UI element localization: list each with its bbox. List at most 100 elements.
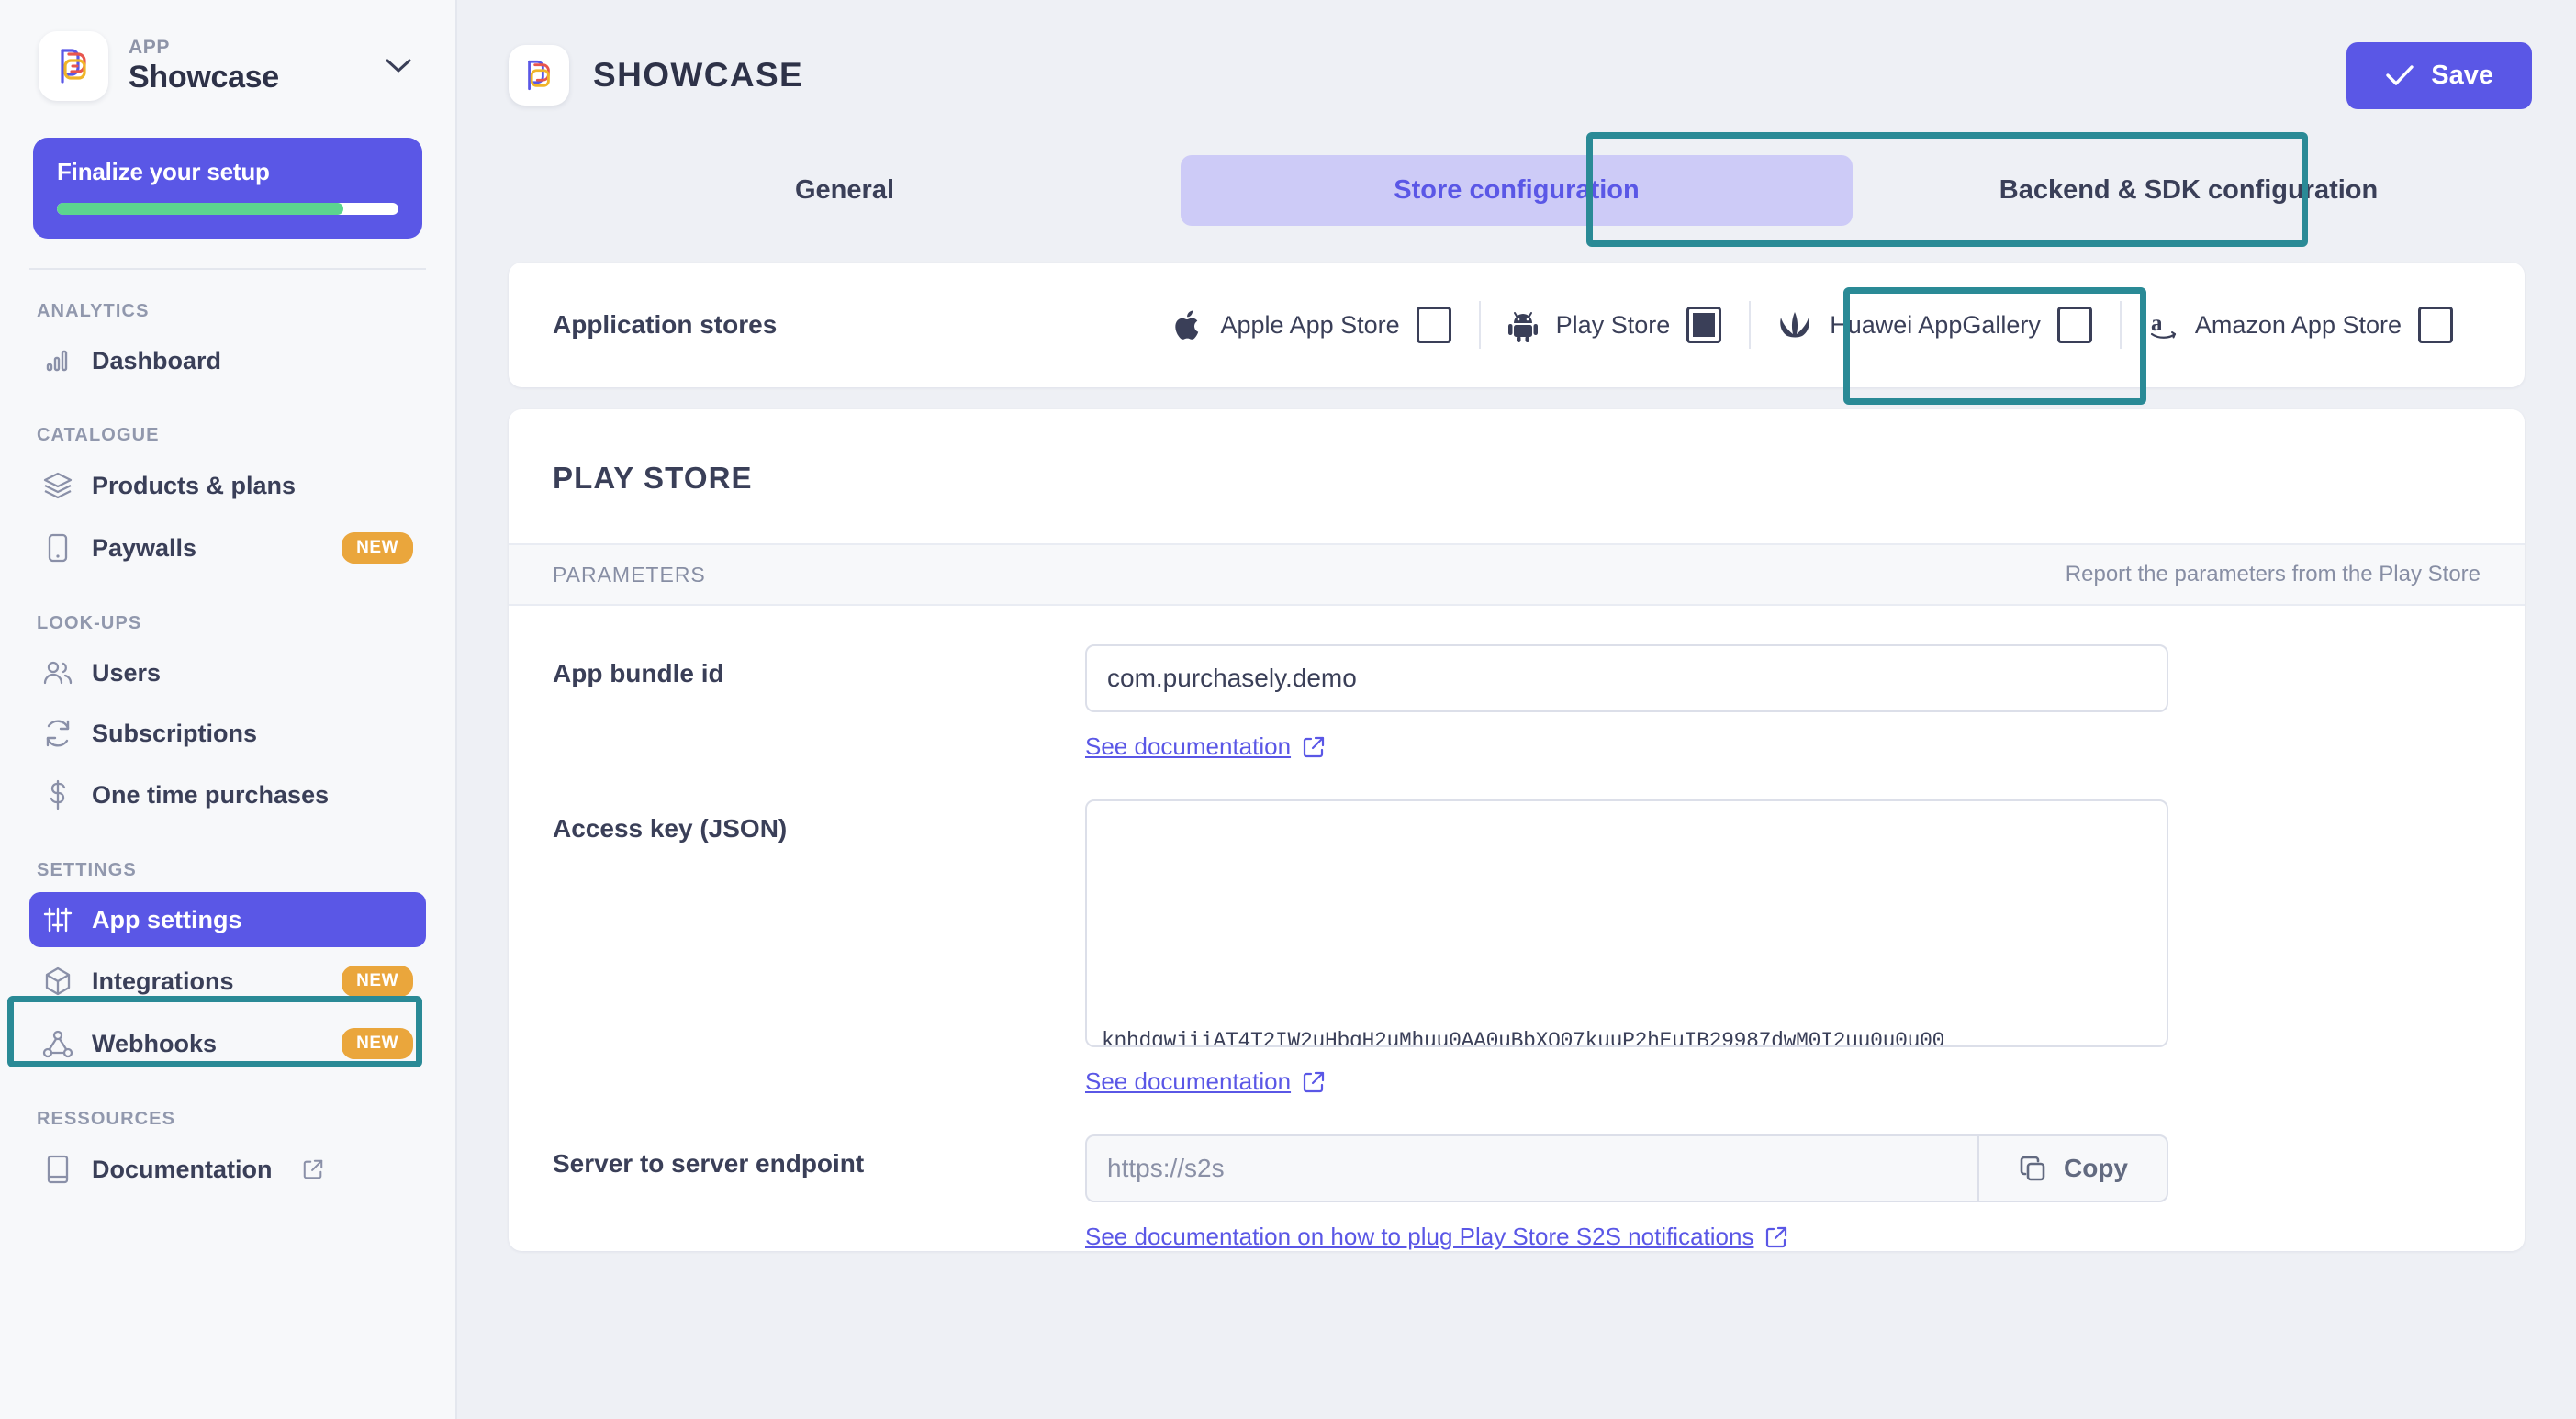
access-key-textarea[interactable]: knhdgwjiiAT4T2IW2uHbqH2uMhuu0AA0uBbXQ07k… [1085,799,2168,1047]
webhook-icon [42,1029,73,1058]
s2s-doc-link[interactable]: See documentation on how to plug Play St… [1085,1223,1788,1251]
parameters-label: PARAMETERS [553,562,706,587]
setup-progress-fill [57,203,344,215]
sidebar-group-label: LOOK-UPS [37,613,142,633]
doc-link-text: See documentation [1085,732,1292,760]
topbar: SHOWCASE Save [457,0,2576,119]
app-bundle-id-doc-link[interactable]: See documentation [1085,732,1326,761]
store-checkbox[interactable] [2056,307,2092,343]
store-list: Apple App Store Play Store Huawei AppGalle… [1103,294,2481,356]
apple-icon [1173,307,1204,342]
check-icon [2385,63,2414,87]
amazon-icon: a [2147,308,2178,341]
sidebar-item-integrations[interactable]: Integrations NEW [29,953,426,1010]
play-store-section-title: PLAY STORE [553,461,753,495]
sidebar-item-label: App settings [92,905,242,933]
s2s-endpoint-wrap: Copy [1085,1134,2168,1202]
app-kicker: APP [129,37,170,59]
sidebar-item-label: One time purchases [92,780,330,809]
tab-general[interactable]: General [509,155,1181,226]
tab-backend-sdk-configuration[interactable]: Backend & SDK configuration [1853,155,2525,226]
field-app-bundle-id: App bundle id See documentation [509,606,2525,761]
store-checkbox[interactable] [2418,307,2453,343]
dollar-icon [42,779,73,810]
doc-link-text: See documentation [1085,1067,1292,1095]
store-name: Apple App Store [1220,310,1400,339]
store-item-amazon-app-store[interactable]: a Amazon App Store [2119,294,2481,356]
s2s-endpoint-body: Copy See documentation on how to plug Pl… [1085,1134,2168,1251]
save-button[interactable]: Save [2346,41,2532,109]
new-badge: NEW [342,1028,413,1059]
app-bundle-id-input[interactable] [1085,644,2168,712]
new-badge: NEW [342,532,413,564]
main-content: SHOWCASE Save General Store configuration… [457,0,2576,1419]
sidebar-item-products-plans[interactable]: Products & plans [29,457,426,514]
sidebar-item-label: Products & plans [92,471,297,499]
sidebar-item-users[interactable]: Users [29,645,426,700]
store-name: Huawei AppGallery [1830,310,2041,339]
s2s-endpoint-input[interactable] [1085,1134,1977,1202]
chevron-down-icon[interactable] [380,58,417,74]
parameters-hint: Report the parameters from the Play Stor… [2065,562,2481,587]
users-icon [42,658,73,687]
sidebar-item-app-settings[interactable]: App settings [29,892,426,947]
store-item-play-store[interactable]: Play Store [1478,294,1750,356]
sidebar: APP Showcase Finalize your setup ANALYTI… [0,0,457,1419]
sidebar-item-label: Integrations [92,966,234,995]
save-button-label: Save [2431,60,2493,90]
access-key-doc-link[interactable]: See documentation [1085,1067,1326,1096]
app-bundle-id-label: App bundle id [553,659,724,687]
sidebar-item-label: Dashboard [92,346,222,374]
parameters-bar: PARAMETERS Report the parameters from th… [509,543,2525,606]
external-link-icon [1302,735,1326,759]
sidebar-group-label: SETTINGS [37,860,137,880]
sidebar-item-label: Documentation [92,1155,273,1183]
store-item-huawei-appgallery[interactable]: Huawei AppGallery [1749,294,2120,356]
new-badge: NEW [342,966,413,997]
sidebar-item-label: Webhooks [92,1029,218,1057]
sidebar-item-paywalls[interactable]: Paywalls NEW [29,520,426,576]
tab-store-configuration[interactable]: Store configuration [1181,154,1853,226]
sidebar-item-subscriptions[interactable]: Subscriptions [29,706,426,761]
copy-button[interactable]: Copy [1977,1134,2168,1202]
app-switcher[interactable]: APP Showcase [29,0,426,101]
store-checkbox[interactable] [1686,307,1722,343]
purchasely-logo-icon [528,60,550,91]
refresh-icon [42,719,73,748]
svg-text:a: a [2151,311,2163,336]
field-s2s-endpoint: Server to server endpoint Copy See docum… [509,1096,2525,1251]
sidebar-item-one-time-purchases[interactable]: One time purchases [29,766,426,823]
store-name: Amazon App Store [2194,310,2402,339]
sidebar-group-label: ANALYTICS [37,301,150,321]
book-icon [42,1154,73,1185]
store-item-apple-app-store[interactable]: Apple App Store [1146,294,1479,356]
application-stores-card: Application stores Apple App Store Play S… [509,263,2525,387]
header-app-logo [509,45,569,106]
s2s-endpoint-label: Server to server endpoint [553,1149,865,1178]
app-bundle-id-body: See documentation [1085,644,2168,761]
finalize-setup-card[interactable]: Finalize your setup [33,138,422,239]
store-name: Play Store [1555,310,1671,339]
android-icon [1506,307,1540,342]
application-stores-row: Application stores Apple App Store Play S… [509,263,2525,387]
external-link-icon [1764,1225,1788,1249]
setup-progress-track [57,203,398,215]
sidebar-item-webhooks[interactable]: Webhooks NEW [29,1015,426,1072]
app-logo [39,31,108,101]
copy-icon [2018,1154,2047,1183]
sidebar-item-dashboard[interactable]: Dashboard [29,333,426,388]
application-stores-label: Application stores [553,310,778,339]
access-key-label: Access key (JSON) [553,814,788,843]
sidebar-item-documentation[interactable]: Documentation [29,1141,426,1198]
sidebar-item-label: Users [92,658,162,687]
cube-icon [42,966,73,997]
access-key-body: knhdgwjiiAT4T2IW2uHbqH2uMhuu0AA0uBbXQ07k… [1085,799,2168,1096]
external-link-icon [302,1158,324,1180]
app-name: Showcase [129,60,279,95]
tab-bar: General Store configuration Backend & SDK … [509,140,2525,240]
page-title: SHOWCASE [593,56,804,94]
sidebar-group-label: RESSOURCES [37,1109,176,1129]
external-link-icon [1302,1070,1326,1094]
setup-title: Finalize your setup [57,158,270,185]
store-checkbox[interactable] [1416,307,1451,343]
